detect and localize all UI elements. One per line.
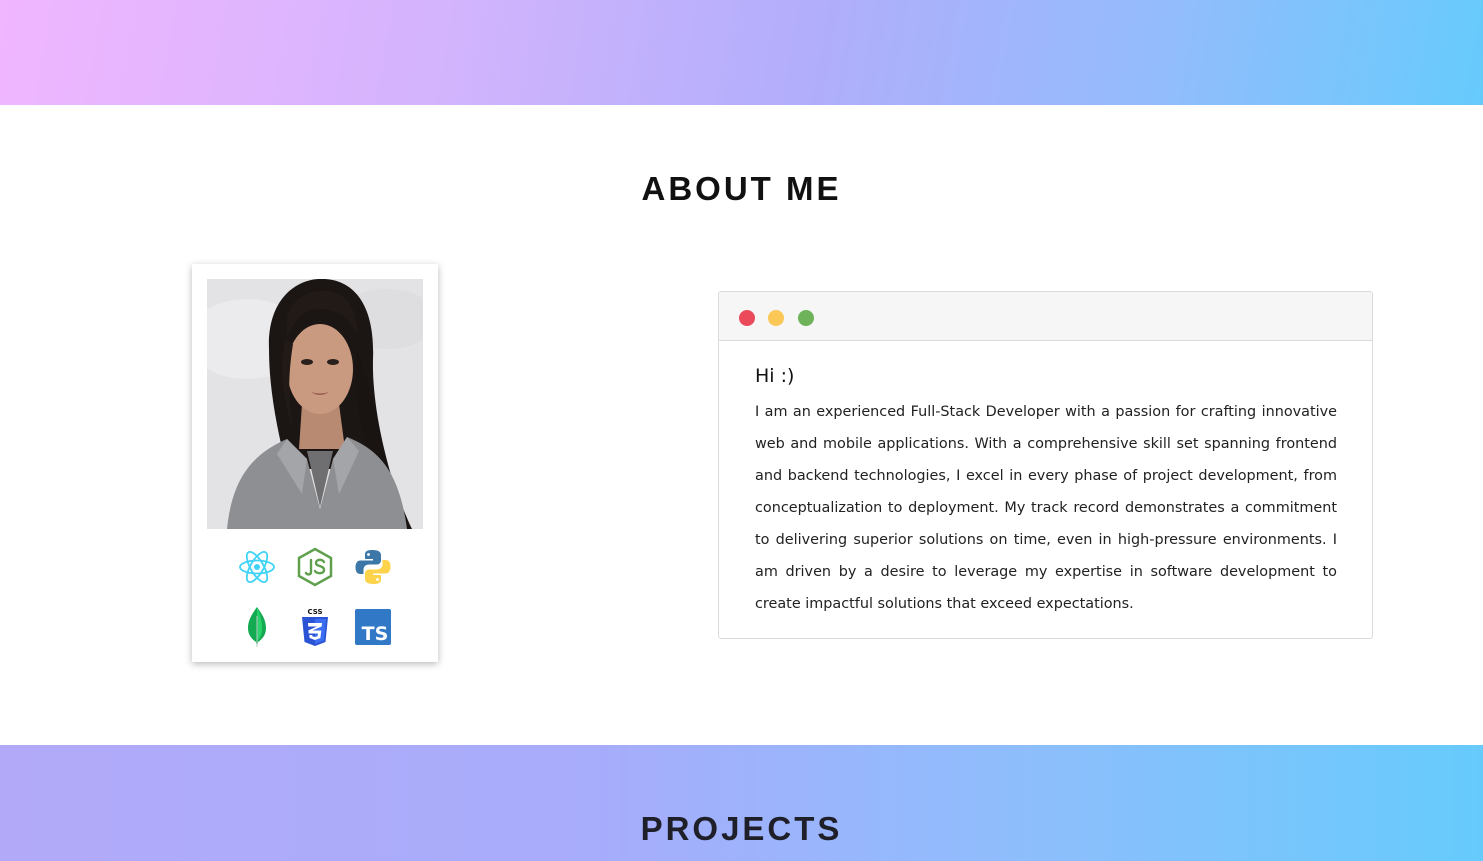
ts-icon-text: TS [362, 623, 389, 645]
css3-icon: CSS [296, 608, 334, 646]
window-maximize-dot [798, 310, 814, 326]
projects-title: PROJECTS [640, 810, 843, 847]
profile-photo [207, 279, 423, 529]
typescript-icon: TS [354, 608, 392, 646]
header-gradient-band [0, 0, 1483, 105]
css-icon-text: CSS [307, 608, 322, 616]
window-close-dot [739, 310, 755, 326]
window-title-bar [719, 292, 1372, 341]
greeting-text: Hi :) [755, 365, 795, 387]
tech-stack-icons: CSS TS [238, 547, 398, 647]
about-me-title: ABOUT ME [641, 170, 842, 207]
react-icon [238, 548, 276, 586]
nodejs-icon [296, 547, 334, 587]
python-icon [354, 548, 392, 586]
bio-paragraph: I am an experienced Full-Stack Developer… [755, 404, 1337, 612]
window-minimize-dot [768, 310, 784, 326]
about-text-window: Hi :) I am an experienced Full-Stack Dev… [718, 291, 1373, 639]
mongodb-icon [238, 607, 276, 647]
profile-card: CSS TS [192, 264, 438, 662]
